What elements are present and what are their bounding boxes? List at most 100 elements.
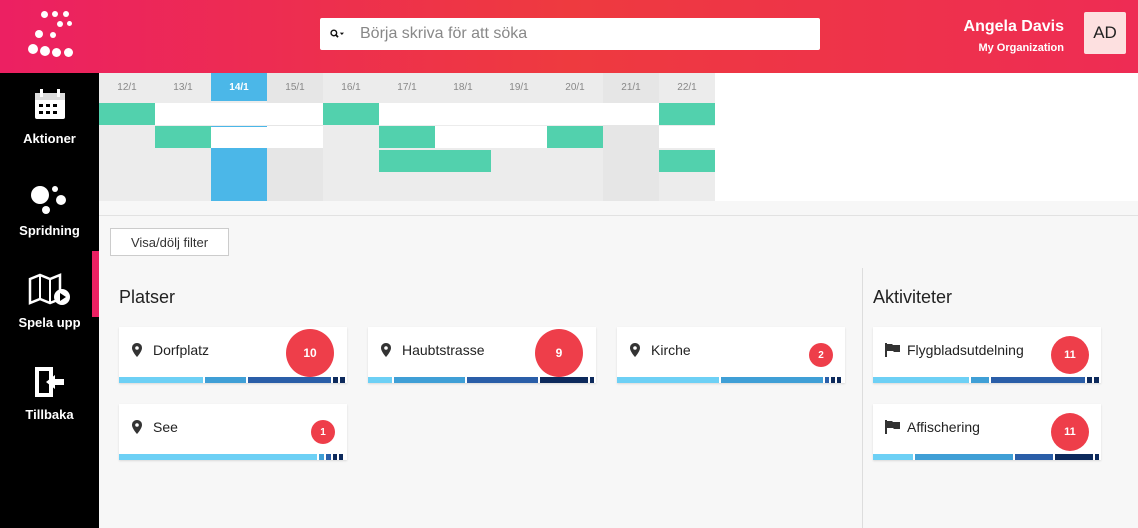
divider — [99, 215, 1138, 216]
toggle-filter-button[interactable]: Visa/dölj filter — [110, 228, 229, 256]
timeline-today-marker — [211, 148, 267, 201]
place-name: Kirche — [651, 342, 691, 358]
timeline-day[interactable]: 16/1 — [323, 73, 379, 201]
timeline-date: 21/1 — [621, 82, 641, 93]
timeline-empty-slot — [491, 126, 547, 148]
timeline-empty-slot — [435, 126, 491, 148]
count-badge: 2 — [809, 343, 833, 367]
places-title: Platser — [119, 287, 176, 307]
exit-icon — [35, 367, 64, 397]
sidebar-item-spela-upp[interactable]: Spela upp — [0, 257, 99, 349]
user-organization: My Organization — [978, 42, 1064, 54]
sidebar-item-label: Tillbaka — [25, 407, 74, 422]
sidebar-item-label: Aktioner — [23, 131, 76, 146]
timeline-empty-slot — [547, 103, 603, 125]
distribution-bar — [119, 454, 347, 460]
timeline-empty-slot — [379, 103, 435, 125]
timeline-date: 17/1 — [397, 82, 417, 93]
user-info[interactable]: Angela Davis My Organization — [964, 18, 1064, 54]
timeline-empty-slot — [603, 103, 659, 125]
timeline-date: 19/1 — [509, 82, 529, 93]
search-input[interactable] — [360, 18, 810, 50]
sidebar-item-label: Spridning — [19, 223, 80, 238]
timeline-event[interactable] — [659, 150, 715, 172]
sidebar-item-tillbaka[interactable]: Tillbaka — [0, 349, 99, 441]
place-name: Haubtstrasse — [402, 342, 485, 358]
search-box[interactable] — [320, 18, 820, 50]
timeline-event[interactable] — [323, 103, 379, 125]
timeline-empty-slot — [211, 126, 267, 148]
timeline-day[interactable]: 19/1 — [491, 73, 547, 201]
distribution-bar — [873, 377, 1101, 383]
timeline-empty-slot — [435, 103, 491, 125]
sidebar: Aktioner Spridning Spela upp Tillbaka — [0, 73, 99, 528]
timeline-date: 15/1 — [285, 82, 305, 93]
count-badge: 1 — [311, 420, 335, 444]
timeline-event[interactable] — [99, 103, 155, 125]
active-indicator — [92, 251, 99, 317]
timeline-empty-slot — [491, 103, 547, 125]
timeline-event[interactable] — [435, 150, 491, 172]
sidebar-item-aktioner[interactable]: Aktioner — [0, 73, 99, 165]
location-pin-icon — [132, 343, 142, 357]
timeline-date: 13/1 — [173, 82, 193, 93]
count-badge: 9 — [535, 329, 583, 377]
timeline: 12/1 13/1 14/1 15/1 16/1 17/1 18/1 19/1 — [99, 73, 1138, 201]
location-pin-icon — [132, 420, 142, 434]
timeline-empty-slot — [267, 103, 323, 125]
flag-icon — [885, 343, 900, 357]
location-pin-icon — [630, 343, 640, 357]
user-name: Angela Davis — [963, 18, 1064, 35]
timeline-empty-area — [715, 73, 1138, 201]
activity-card[interactable]: Flygbladsutdelning 11 — [873, 327, 1101, 383]
timeline-empty-slot — [211, 103, 267, 125]
count-badge: 10 — [286, 329, 334, 377]
timeline-event[interactable] — [379, 150, 435, 172]
sidebar-item-spridning[interactable]: Spridning — [0, 165, 99, 257]
top-bar: Angela Davis My Organization AD — [0, 0, 1138, 73]
activity-name: Flygbladsutdelning — [907, 342, 1024, 358]
timeline-date: 20/1 — [565, 82, 585, 93]
timeline-day[interactable]: 20/1 — [547, 73, 603, 201]
distribution-bar — [368, 377, 596, 383]
distribution-bar — [119, 377, 347, 383]
timeline-empty-slot — [659, 126, 715, 148]
place-name: See — [153, 419, 178, 435]
timeline-empty-slot — [267, 126, 323, 148]
activity-name: Affischering — [907, 419, 980, 435]
timeline-date: 14/1 — [211, 73, 267, 101]
timeline-date: 12/1 — [117, 82, 137, 93]
count-badge: 11 — [1051, 413, 1089, 451]
timeline-day[interactable]: 21/1 — [603, 73, 659, 201]
timeline-day-today[interactable]: 14/1 — [211, 73, 267, 201]
timeline-date: 18/1 — [453, 82, 473, 93]
map-play-icon — [28, 273, 70, 305]
activity-card[interactable]: Affischering 11 — [873, 404, 1101, 460]
activities-title: Aktiviteter — [873, 287, 953, 307]
place-card[interactable]: Haubtstrasse 9 — [368, 327, 596, 383]
flag-icon — [885, 420, 900, 434]
timeline-day[interactable]: 18/1 — [435, 73, 491, 201]
dots-icon — [31, 186, 66, 214]
timeline-date: 16/1 — [341, 82, 361, 93]
timeline-day[interactable]: 17/1 — [379, 73, 435, 201]
column-divider — [862, 268, 863, 528]
timeline-empty-slot — [155, 103, 211, 125]
search-icon — [330, 29, 344, 38]
place-card[interactable]: Kirche 2 — [617, 327, 845, 383]
timeline-event[interactable] — [379, 126, 435, 148]
avatar[interactable]: AD — [1084, 12, 1126, 54]
timeline-event[interactable] — [155, 126, 211, 148]
place-card[interactable]: Dorfplatz 10 — [119, 327, 347, 383]
timeline-date: 22/1 — [677, 82, 697, 93]
timeline-day[interactable]: 22/1 — [659, 73, 715, 201]
calendar-icon — [35, 89, 65, 119]
timeline-day[interactable]: 15/1 — [267, 73, 323, 201]
timeline-event[interactable] — [659, 103, 715, 125]
count-badge: 11 — [1051, 336, 1089, 374]
timeline-day[interactable]: 12/1 — [99, 73, 155, 201]
timeline-day[interactable]: 13/1 — [155, 73, 211, 201]
timeline-event[interactable] — [547, 126, 603, 148]
logo[interactable] — [22, 8, 82, 64]
place-card[interactable]: See 1 — [119, 404, 347, 460]
